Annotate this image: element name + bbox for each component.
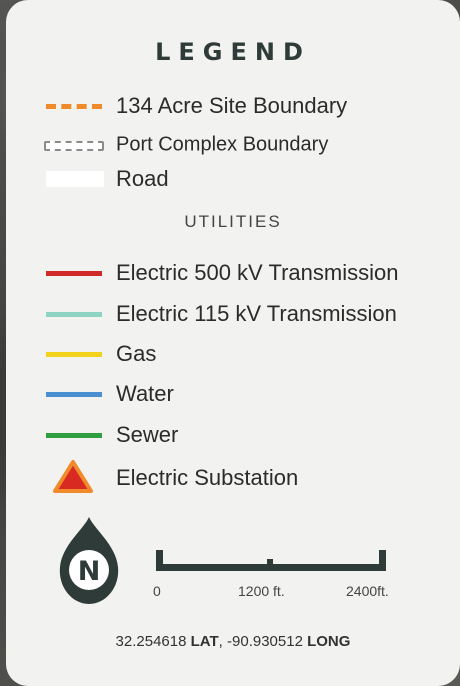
utilities-heading: UTILITIES — [184, 212, 282, 231]
legend-item-electric-500kv: Electric 500 kV Transmission — [6, 258, 460, 288]
legend-title: LEGEND — [155, 38, 311, 66]
north-arrow-icon: N — [59, 517, 119, 604]
electric-500kv-line-symbol — [46, 271, 102, 276]
latitude-value: 32.254618 — [115, 633, 187, 650]
legend-item-label: Gas — [116, 341, 157, 366]
latitude-label: LAT — [190, 633, 219, 650]
legend-item-label: Road — [116, 166, 169, 191]
legend-item-substation: Electric Substation — [6, 460, 460, 493]
port-boundary-symbol — [44, 141, 104, 151]
legend-item-label: Electric 500 kV Transmission — [116, 260, 399, 285]
coordinates-readout: 32.254618 LAT, -90.930512 LONG — [115, 633, 351, 650]
scale-tick-value: 1200 — [238, 583, 270, 599]
legend-item-road: Road — [6, 164, 460, 194]
substation-triangle-icon — [53, 460, 93, 493]
gas-line-symbol — [46, 352, 102, 357]
scale-tick-value: 2400 — [346, 583, 378, 599]
legend-item-water: Water — [6, 379, 460, 409]
legend-item-label: Water — [116, 381, 174, 406]
longitude-label: LONG — [307, 633, 351, 650]
legend-item-gas: Gas — [6, 339, 460, 369]
scale-unit: ft. — [377, 583, 389, 599]
legend-item-port-boundary: Port Complex Boundary — [6, 130, 460, 160]
legend-item-label: Sewer — [116, 422, 179, 447]
legend-item-electric-115kv: Electric 115 kV Transmission — [6, 299, 460, 329]
legend-item-label: Port Complex Boundary — [116, 133, 329, 156]
longitude-value: -90.930512 — [227, 633, 303, 650]
scale-bar — [156, 550, 386, 571]
scale-tick-2400: 2400ft. — [346, 583, 389, 599]
electric-115kv-line-symbol — [46, 312, 102, 317]
scale-unit: ft. — [273, 583, 285, 599]
legend-item-label: 134 Acre Site Boundary — [116, 93, 348, 118]
compass-letter: N — [78, 556, 101, 587]
legend-item-sewer: Sewer — [6, 420, 460, 450]
scale-tick-1200: 1200 ft. — [238, 583, 285, 599]
road-symbol — [46, 171, 104, 187]
legend-item-site-boundary: 134 Acre Site Boundary — [6, 91, 460, 121]
scale-tick-0: 0 — [153, 583, 161, 599]
legend-item-label: Electric 115 kV Transmission — [116, 301, 397, 326]
sewer-line-symbol — [46, 433, 102, 438]
site-boundary-symbol — [46, 104, 102, 109]
water-line-symbol — [46, 392, 102, 397]
legend-panel: LEGEND 134 Acre Site Boundary Port Compl… — [6, 0, 460, 686]
legend-item-label: Electric Substation — [116, 465, 299, 490]
